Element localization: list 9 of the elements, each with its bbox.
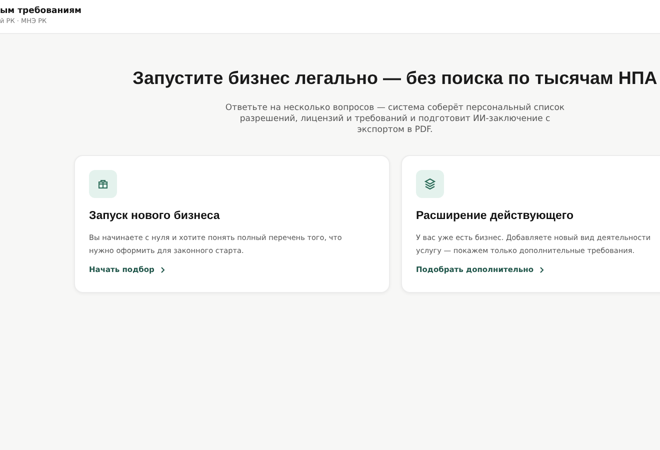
- site-title: ым требованиям: [0, 6, 82, 16]
- layers-icon: [424, 178, 436, 190]
- hero-title: Запустите бизнес легально — без поиска по тысячам НПА: [132, 68, 658, 89]
- gift-icon: [98, 179, 108, 189]
- chevron-icon: [161, 266, 166, 272]
- card-title: Запуск нового бизнеса: [89, 210, 221, 222]
- chevron-icon: [540, 266, 544, 272]
- hero-description: Ответьте на несколько вопросов — система соберёт персональный список разрешений, лицензий и требований и подготовит ИИ-заключение с экспортом в PDF.: [224, 103, 566, 136]
- card-title: Расширение действующего: [416, 210, 575, 222]
